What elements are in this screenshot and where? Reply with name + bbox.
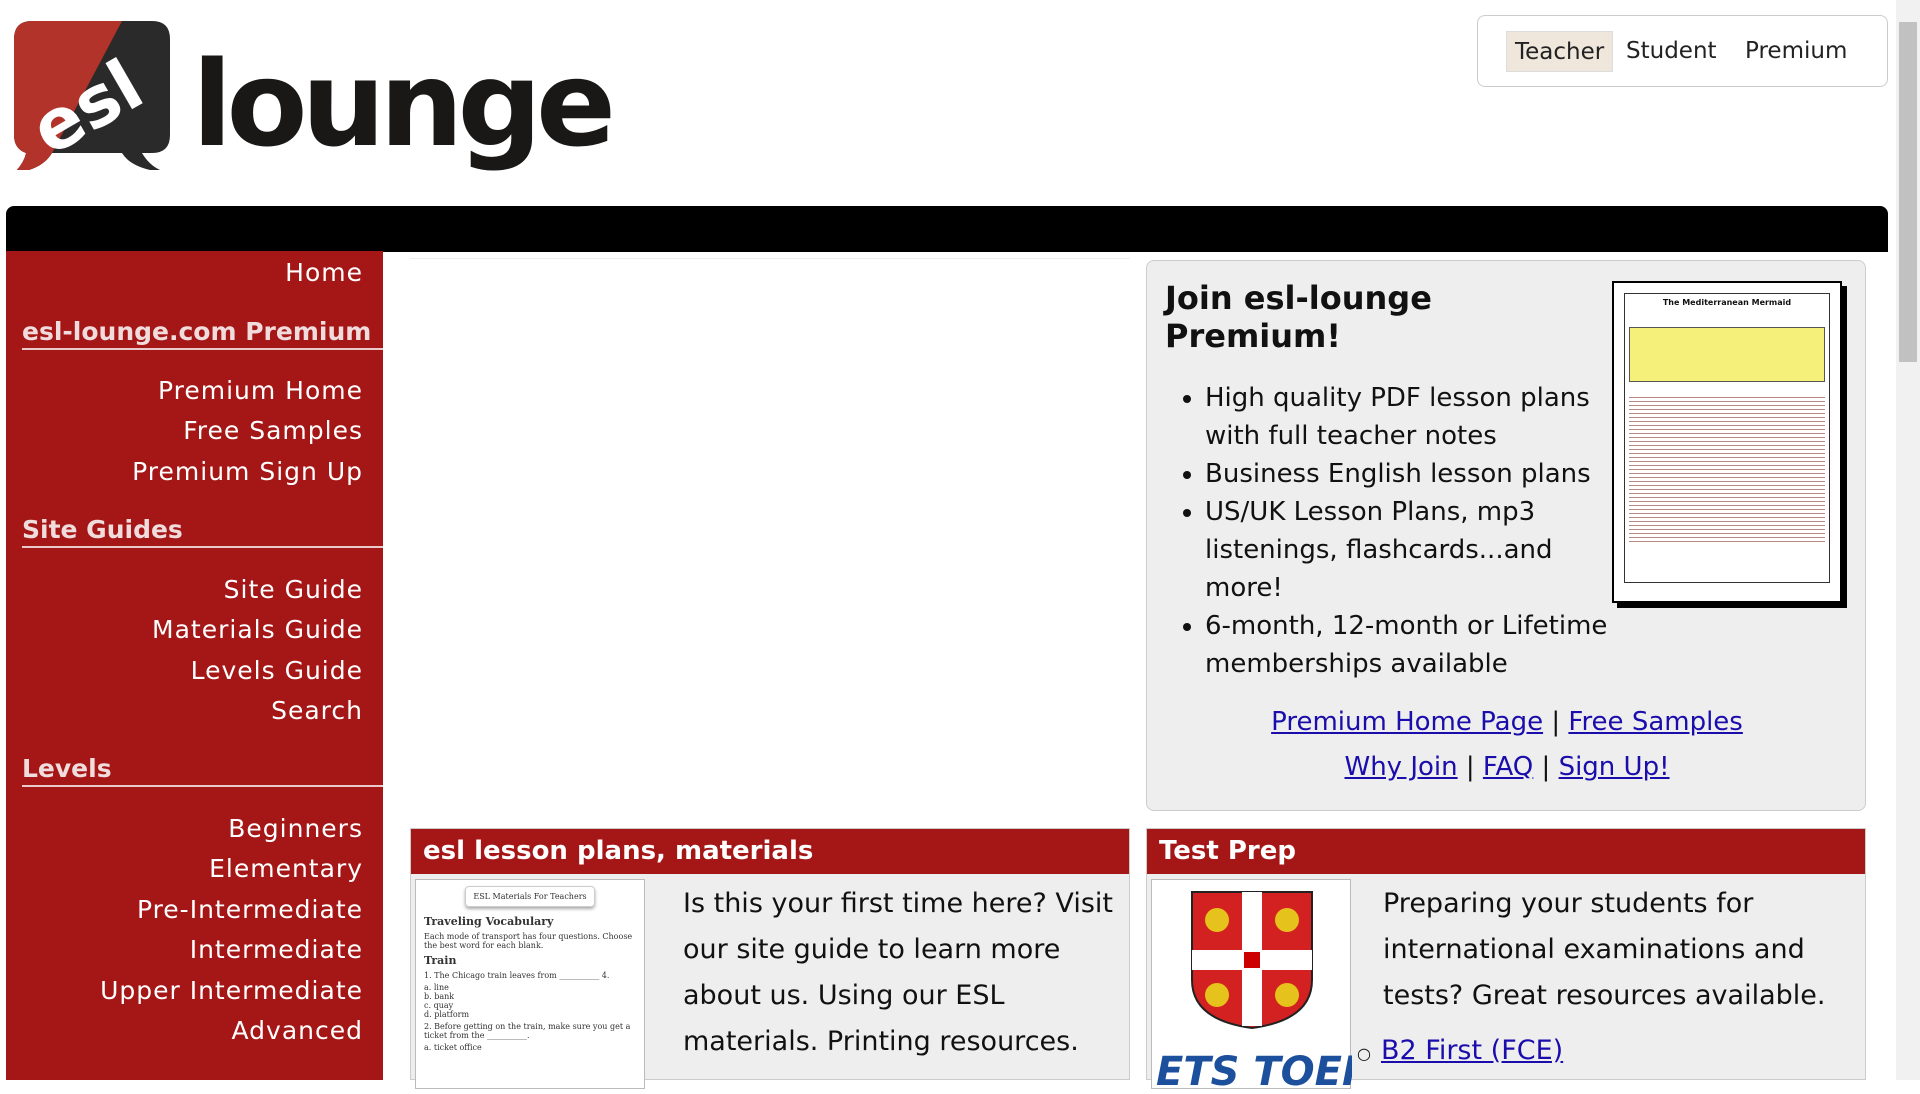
sidebar-item-premium-sign-up[interactable]: Premium Sign Up (132, 457, 363, 486)
premium-home-page-link[interactable]: Premium Home Page (1271, 707, 1543, 737)
test-prep-panel: Test Prep ETS TOEFL Preparing your stude… (1146, 828, 1866, 1094)
sidebar-heading-site-guides: Site Guides (22, 515, 383, 548)
sidebar-item-site-guide[interactable]: Site Guide (224, 575, 363, 604)
premium-title: Join esl-lounge Premium! (1165, 279, 1432, 355)
list-item: ○ B2 First (FCE) (1357, 1035, 1563, 1066)
separator: | (1551, 707, 1561, 737)
worksheet-option: b. bank (424, 992, 455, 1001)
sidebar-item-upper-intermediate[interactable]: Upper Intermediate (100, 976, 363, 1005)
why-join-link[interactable]: Why Join (1344, 752, 1457, 782)
lesson-intro-text: Is this your first time here? Visit our … (683, 888, 1113, 1057)
sidebar-item-intermediate[interactable]: Intermediate (190, 935, 363, 964)
sidebar-item-beginners[interactable]: Beginners (228, 814, 363, 843)
sample-title: The Mediterranean Mermaid (1662, 298, 1792, 307)
feature-item: 6-month, 12-month or Lifetime membership… (1205, 607, 1617, 683)
test-prep-text: Preparing your students for internationa… (1383, 888, 1826, 1011)
worksheet-option: a. line (424, 983, 449, 992)
sidebar-item-advanced[interactable]: Advanced (232, 1016, 364, 1045)
cambridge-shield-icon: ETS TOEFL (1156, 891, 1395, 1094)
sign-up-link[interactable]: Sign Up! (1559, 752, 1670, 782)
sidebar-item-pre-intermediate[interactable]: Pre-Intermediate (137, 895, 363, 924)
premium-sample-image[interactable]: The Mediterranean Mermaid (1612, 281, 1842, 603)
sidebar-heading-levels: Levels (22, 754, 383, 787)
lesson-plans-title[interactable]: esl lesson plans, materials (411, 829, 1129, 874)
premium-links-row-2: Why Join | FAQ | Sign Up! (1147, 752, 1867, 782)
sidebar-item-premium-home[interactable]: Premium Home (158, 376, 363, 405)
nav-teacher[interactable]: Teacher (1506, 31, 1614, 72)
worksheet-thumbnail[interactable]: ESL Materials For Teachers Traveling Voc… (415, 879, 645, 1089)
premium-promo-box: Join esl-lounge Premium! The Mediterrane… (1146, 260, 1866, 811)
worksheet-header: ESL Materials For Teachers (465, 886, 595, 907)
free-samples-link[interactable]: Free Samples (1568, 707, 1742, 737)
sidebar-item-search[interactable]: Search (271, 696, 363, 725)
test-prep-links: ○ B2 First (FCE) (1357, 1035, 1563, 1066)
sidebar-item-free-samples[interactable]: Free Samples (183, 416, 363, 445)
logo-wordmark: lounge (192, 35, 616, 173)
sidebar: Home esl-lounge.com Premium Premium Home… (6, 251, 383, 1080)
sidebar-item-elementary[interactable]: Elementary (209, 854, 363, 883)
worksheet-title: Traveling Vocabulary (424, 915, 554, 928)
sidebar-item-materials-guide[interactable]: Materials Guide (152, 615, 363, 644)
toefl-logo-text: ETS TOEFL (1156, 1049, 1352, 1090)
worksheet-question: 2. Before getting on the train, make sur… (424, 1022, 631, 1040)
test-prep-title[interactable]: Test Prep (1147, 829, 1865, 874)
premium-links-row-1: Premium Home Page | Free Samples (1147, 707, 1867, 737)
nav-bar (6, 206, 1888, 252)
site-logo[interactable]: esl lounge (12, 15, 616, 173)
user-type-nav: Teacher Student Premium (1477, 15, 1888, 87)
sidebar-item-home[interactable]: Home (285, 258, 363, 287)
worksheet-option: c. quay (424, 1001, 454, 1010)
sidebar-heading-premium[interactable]: esl-lounge.com Premium (22, 317, 383, 350)
esl-logo-icon: esl (14, 21, 170, 170)
separator: | (1541, 752, 1551, 782)
exam-logos-image[interactable]: ETS TOEFL (1151, 879, 1395, 1094)
feature-item: US/UK Lesson Plans, mp3 listenings, flas… (1205, 493, 1617, 607)
nav-premium[interactable]: Premium (1737, 31, 1855, 72)
worksheet-question: 1. The Chicago train leaves from _______… (424, 971, 610, 980)
b2-first-link[interactable]: B2 First (FCE) (1381, 1035, 1563, 1066)
worksheet-section: Train (424, 954, 457, 967)
scrollbar-thumb[interactable] (1899, 22, 1917, 362)
ad-area (410, 258, 1130, 810)
feature-item: High quality PDF lesson plans with full … (1205, 379, 1617, 455)
worksheet-option: d. platform (424, 1010, 470, 1019)
lesson-plans-panel: esl lesson plans, materials ESL Material… (410, 828, 1130, 1089)
nav-student[interactable]: Student (1618, 31, 1725, 72)
faq-link[interactable]: FAQ (1483, 752, 1533, 782)
circle-bullet-icon: ○ (1357, 1044, 1371, 1063)
separator: | (1465, 752, 1475, 782)
sidebar-item-levels-guide[interactable]: Levels Guide (191, 656, 363, 685)
feature-item: Business English lesson plans (1205, 455, 1617, 493)
worksheet-option: a. ticket office (424, 1043, 482, 1052)
premium-features: High quality PDF lesson plans with full … (1187, 379, 1617, 683)
worksheet-instructions: Each mode of transport has four question… (424, 932, 633, 950)
